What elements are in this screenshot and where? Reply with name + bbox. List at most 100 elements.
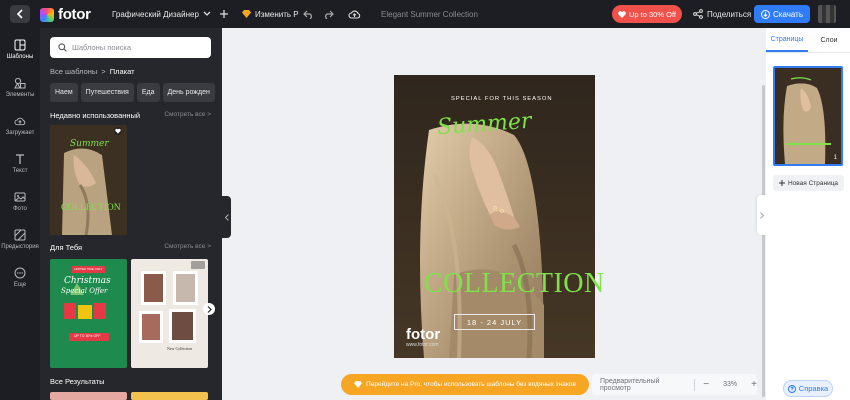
rail-label: Предыстория: [1, 243, 39, 250]
chip-food[interactable]: Еда: [136, 83, 160, 102]
zoom-value[interactable]: 33%: [717, 381, 743, 388]
page-thumbnail-image: [775, 68, 841, 164]
chevron-left-icon: [16, 9, 23, 19]
christmas-template-thumbnail[interactable]: LIMITED TIME ONLY Christmas Special Offe…: [50, 259, 127, 368]
page-thumbnail[interactable]: 1: [773, 66, 843, 166]
for-you-title: Для Тебя: [50, 243, 83, 252]
cloud-upload-icon: [348, 10, 361, 19]
canvas-scrollbar[interactable]: [762, 85, 765, 397]
breadcrumb-root[interactable]: Все шаблоны: [50, 67, 97, 76]
download-button[interactable]: Скачать: [754, 5, 810, 23]
rail-item-background[interactable]: Предыстория: [0, 222, 40, 256]
mode-dropdown[interactable]: Графический Дизайнер: [112, 0, 211, 28]
zoom-in-button[interactable]: +: [751, 379, 757, 390]
undo-button[interactable]: [303, 0, 314, 28]
chevron-left-icon: [224, 213, 229, 221]
christmas-line1: Christmas: [64, 276, 111, 286]
poster-headline[interactable]: COLLECTION: [424, 268, 605, 300]
recent-see-all-link[interactable]: Смотреть все >: [164, 111, 211, 120]
chip-birthday[interactable]: День рожден: [162, 83, 215, 102]
poster-url[interactable]: www.fotor.com: [406, 342, 439, 348]
christmas-badge: LIMITED TIME ONLY: [74, 267, 103, 271]
rename-button[interactable]: Изменить Р: [242, 0, 299, 28]
upgrade-pro-banner[interactable]: Перейдите на Pro, чтобы использовать шаб…: [341, 374, 589, 395]
brand-name: fotor: [58, 6, 91, 23]
new-page-button[interactable]: Новая Страница: [773, 175, 844, 191]
text-icon: [14, 153, 26, 165]
all-results-section-header: Все Результаты: [50, 377, 211, 386]
breadcrumb: Все шаблоны > Плакат: [50, 67, 135, 76]
background-icon: [14, 229, 26, 241]
recent-title: Недавно использованный: [50, 111, 141, 120]
collapse-panel-handle[interactable]: [222, 196, 231, 238]
back-button[interactable]: [10, 5, 30, 23]
page-number: 1: [833, 155, 837, 161]
promo-label: Up to 30% Off: [629, 9, 676, 19]
new-page-label: Новая Страница: [787, 179, 839, 187]
rail-label: Фото: [13, 205, 27, 212]
share-button[interactable]: Поделиться: [693, 0, 751, 28]
fotor-logo[interactable]: fotor: [40, 6, 91, 23]
chip-hiring[interactable]: Наем: [50, 83, 78, 102]
collage-caption: New Collection: [167, 346, 193, 351]
redo-icon: [325, 10, 334, 19]
preview-button[interactable]: Предварительный просмотр: [600, 378, 686, 392]
recent-thumb-script: Summer: [70, 139, 109, 149]
poster-logo[interactable]: fotor: [406, 326, 440, 343]
rail-item-templates[interactable]: Шаблоны: [0, 32, 40, 66]
rail-label: Загружает: [5, 129, 35, 136]
rail-item-elements[interactable]: Элементы: [0, 70, 40, 104]
add-button[interactable]: [219, 0, 229, 28]
help-button[interactable]: Справка: [783, 380, 833, 397]
top-bar: fotor Графический Дизайнер Изменить Р El…: [0, 0, 850, 28]
app-root: fotor Графический Дизайнер Изменить Р El…: [0, 0, 850, 400]
search-input[interactable]: Шаблоны поиска: [50, 37, 211, 58]
collage-template-thumbnail[interactable]: New Collection: [131, 259, 208, 368]
rail-item-text[interactable]: Текст: [0, 146, 40, 180]
elements-icon: [14, 77, 26, 89]
download-label: Скачать: [773, 9, 803, 19]
rail-label: Еще: [13, 281, 27, 288]
result-thumbnail[interactable]: [131, 392, 208, 400]
zoom-out-button[interactable]: −: [703, 379, 709, 390]
poster-kicker[interactable]: SPECIAL FOR THIS SEASON: [451, 96, 553, 102]
diamond-icon: [242, 10, 251, 18]
category-chips: Наем Путешествия Еда День рожден: [50, 83, 215, 102]
search-placeholder: Шаблоны поиска: [72, 43, 132, 52]
poster-date-box[interactable]: 18 - 24 JULY: [454, 314, 535, 330]
document-title[interactable]: Elegant Summer Collection: [381, 0, 478, 28]
rename-label: Изменить Р: [255, 9, 299, 19]
chip-travel[interactable]: Путешествия: [80, 83, 134, 102]
mode-label: Графический Дизайнер: [112, 9, 199, 19]
poster-date-text: 18 - 24 JULY: [466, 317, 523, 327]
promo-button[interactable]: Up to 30% Off: [612, 5, 682, 23]
for-you-section-header: Для Тебя Смотреть все >: [50, 243, 211, 252]
pro-banner-text: Перейдите на Pro, чтобы использовать шаб…: [366, 381, 576, 388]
rail-item-photo[interactable]: Фото: [0, 184, 40, 218]
all-results-title: Все Результаты: [50, 377, 105, 386]
result-thumbnail[interactable]: [50, 392, 127, 400]
redo-button[interactable]: [323, 0, 334, 28]
left-rail: Шаблоны Элементы Загружает Текст Фото Пр…: [0, 28, 40, 400]
rail-item-more[interactable]: Еще: [0, 260, 40, 294]
recent-template-thumbnail[interactable]: Summer COLLECTION: [50, 125, 127, 235]
photo-icon: [14, 191, 26, 203]
plus-icon: [220, 10, 228, 18]
cloud-save-button[interactable]: [348, 0, 361, 28]
templates-icon: [14, 39, 26, 51]
avatar[interactable]: [818, 5, 836, 23]
help-icon: [787, 384, 796, 393]
carousel-next-button[interactable]: [203, 303, 215, 315]
search-icon: [58, 43, 67, 52]
breadcrumb-current: Плакат: [109, 67, 135, 76]
rail-label: Текст: [12, 167, 28, 174]
plus-icon: [778, 180, 785, 186]
pages-panel-tabs: Страницы Слои: [766, 28, 850, 53]
right-panel-handle[interactable]: [757, 195, 766, 235]
more-icon: [14, 267, 26, 279]
tab-pages[interactable]: Страницы: [766, 28, 808, 52]
breadcrumb-separator: >: [101, 67, 106, 76]
rail-item-uploads[interactable]: Загружает: [0, 108, 40, 142]
for-you-see-all-link[interactable]: Смотреть все >: [164, 243, 211, 252]
tab-layers[interactable]: Слои: [808, 28, 850, 52]
